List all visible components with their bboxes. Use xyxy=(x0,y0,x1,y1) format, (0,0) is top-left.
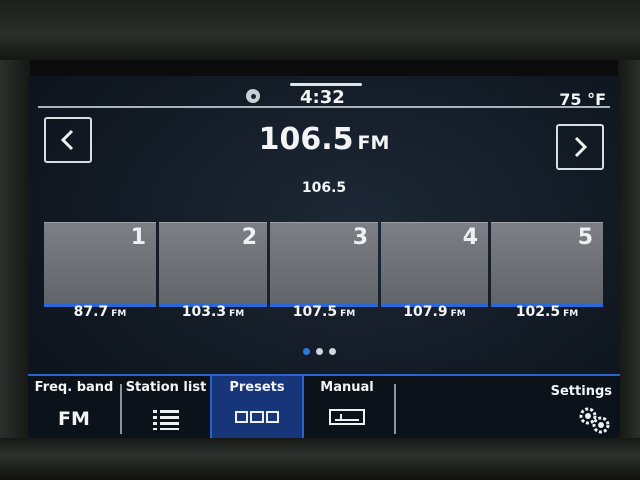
tab-station-list[interactable]: Station list xyxy=(122,376,210,438)
clock: 4:32 xyxy=(300,87,345,108)
preset-frequency-5: 102.5 FM xyxy=(491,304,603,320)
preset-number: 3 xyxy=(352,225,368,250)
status-divider xyxy=(38,106,610,108)
settings-label: Settings xyxy=(550,384,612,399)
preset-button-5[interactable]: 5 xyxy=(491,222,603,307)
status-notch xyxy=(290,83,362,86)
tab-label: Freq. band xyxy=(34,380,114,395)
tab-label: Manual xyxy=(320,380,374,395)
page-dot-2[interactable] xyxy=(316,348,323,355)
dashboard-bezel-left xyxy=(0,60,30,480)
preset-frequency-value: 107.5 xyxy=(292,304,338,320)
dashboard-bezel-right xyxy=(618,60,640,480)
preset-frequency-4: 107.9 FM xyxy=(381,304,488,320)
preset-frequency-value: 103.3 xyxy=(181,304,227,320)
presets-icon xyxy=(235,411,279,423)
tab-presets[interactable]: Presets xyxy=(210,376,304,438)
band-value: FM xyxy=(58,408,90,430)
preset-frequency-3: 107.5 FM xyxy=(270,304,378,320)
page-dot-1[interactable] xyxy=(303,348,310,355)
preset-frequency-1: 87.7 FM xyxy=(44,304,156,320)
tuner-scale-icon xyxy=(329,409,365,425)
list-icon xyxy=(153,410,179,430)
chevron-right-icon xyxy=(574,136,588,158)
preset-number: 2 xyxy=(241,225,257,250)
preset-number: 1 xyxy=(130,225,146,250)
tab-label: Presets xyxy=(229,380,285,395)
preset-button-3[interactable]: 3 xyxy=(270,222,378,307)
preset-frequency-2: 103.3 FM xyxy=(159,304,267,320)
current-frequency: 106.5 FM xyxy=(28,122,620,157)
settings-button[interactable]: Settings xyxy=(498,376,620,438)
preset-button-1[interactable]: 1 xyxy=(44,222,156,307)
bottom-function-bar: Freq. band FM Station list Presets Manua… xyxy=(28,374,620,438)
preset-frequency-value: 102.5 xyxy=(515,304,561,320)
preset-frequency-value: 107.9 xyxy=(403,304,448,320)
dashboard-bezel-top xyxy=(0,0,640,60)
preset-frequency-unit: FM xyxy=(340,309,356,319)
page-indicator[interactable] xyxy=(303,348,336,355)
station-name: 106.5 xyxy=(301,180,347,196)
infotainment-screen: 4:32 75 °F 106.5 FM 106.5 1 2 3 4 5 87.7 F… xyxy=(28,76,620,438)
preset-button-2[interactable]: 2 xyxy=(159,222,267,307)
preset-frequency-unit: FM xyxy=(450,309,466,319)
current-frequency-value: 106.5 xyxy=(258,122,354,157)
preset-frequency-unit: FM xyxy=(229,309,245,319)
preset-number: 5 xyxy=(577,225,593,250)
current-band-unit: FM xyxy=(357,132,390,154)
gear-icon xyxy=(579,407,610,434)
preset-button-4[interactable]: 4 xyxy=(381,222,488,307)
tab-manual[interactable]: Manual xyxy=(302,376,392,438)
preset-frequency-unit: FM xyxy=(563,309,579,319)
tab-freq-band[interactable]: Freq. band FM xyxy=(28,376,120,438)
next-station-button[interactable] xyxy=(556,124,604,170)
preset-frequency-unit: FM xyxy=(111,309,127,319)
page-dot-3[interactable] xyxy=(329,348,336,355)
tab-label: Station list xyxy=(125,380,207,395)
preset-frequency-value: 87.7 xyxy=(73,304,109,320)
dashboard-bezel-bottom xyxy=(0,438,640,480)
tab-divider xyxy=(394,384,396,434)
radio-source-icon xyxy=(246,89,260,103)
preset-number: 4 xyxy=(462,225,478,250)
